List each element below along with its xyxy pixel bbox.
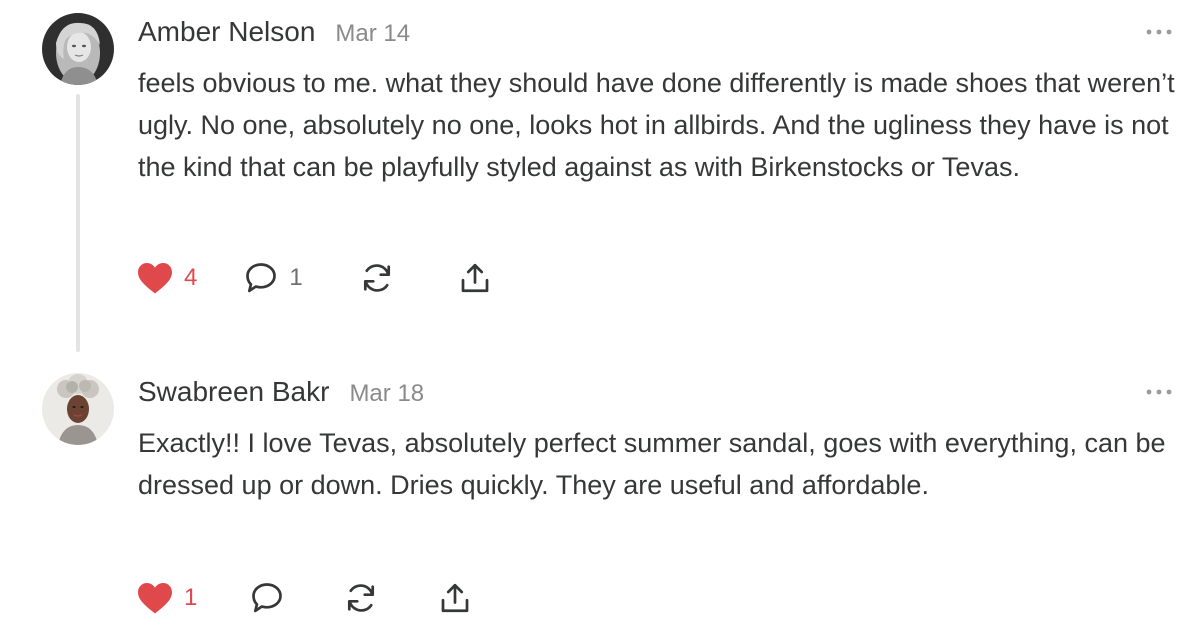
like-button[interactable]: 1 — [136, 578, 197, 618]
like-count: 1 — [184, 584, 198, 611]
avatar-woman-curly-hair-icon — [42, 373, 114, 445]
comment-header: Swabreen Bakr Mar 18 — [138, 376, 424, 408]
comment-header: Amber Nelson Mar 14 — [138, 16, 410, 48]
heart-icon — [138, 583, 172, 614]
share-button[interactable] — [437, 578, 473, 618]
avatar[interactable] — [42, 13, 114, 85]
comment-bubble-icon — [252, 583, 283, 613]
avatar[interactable] — [42, 373, 114, 445]
comment-date[interactable]: Mar 18 — [349, 380, 424, 408]
like-button[interactable]: 4 — [136, 258, 197, 298]
author-name[interactable]: Swabreen Bakr — [138, 376, 329, 408]
comment-amber-nelson: Amber Nelson Mar 14 feels obvious to me.… — [0, 0, 1204, 360]
ellipsis-icon — [1146, 389, 1172, 395]
share-icon — [461, 263, 489, 293]
comment-actions: 1 — [136, 578, 473, 618]
comment-body: Exactly!! I love Tevas, absolutely perfe… — [138, 428, 1166, 500]
comment-body: feels obvious to me. what they should ha… — [138, 68, 1175, 182]
reply-count: 1 — [289, 264, 303, 291]
more-options-button[interactable] — [1144, 22, 1174, 42]
restack-button[interactable] — [343, 578, 379, 618]
avatar-woman-blonde-grayscale-icon — [42, 13, 114, 85]
share-icon — [442, 583, 469, 613]
reply-button[interactable]: 1 — [243, 258, 303, 298]
restack-button[interactable] — [359, 258, 395, 298]
share-button[interactable] — [457, 258, 493, 298]
comment-date[interactable]: Mar 14 — [335, 20, 410, 48]
restack-icon — [348, 584, 375, 612]
heart-icon — [138, 263, 172, 294]
comment-bubble-icon — [246, 263, 277, 293]
author-name[interactable]: Amber Nelson — [138, 16, 315, 48]
restack-icon — [363, 264, 390, 292]
reply-button[interactable] — [249, 578, 285, 618]
comment-actions: 4 1 — [136, 258, 493, 298]
comment-swabreen-bakr: Swabreen Bakr Mar 18 Exactly!! I love Te… — [0, 360, 1204, 640]
like-count: 4 — [184, 264, 198, 291]
ellipsis-icon — [1146, 29, 1172, 35]
more-options-button[interactable] — [1144, 382, 1174, 402]
thread-line — [76, 94, 80, 352]
